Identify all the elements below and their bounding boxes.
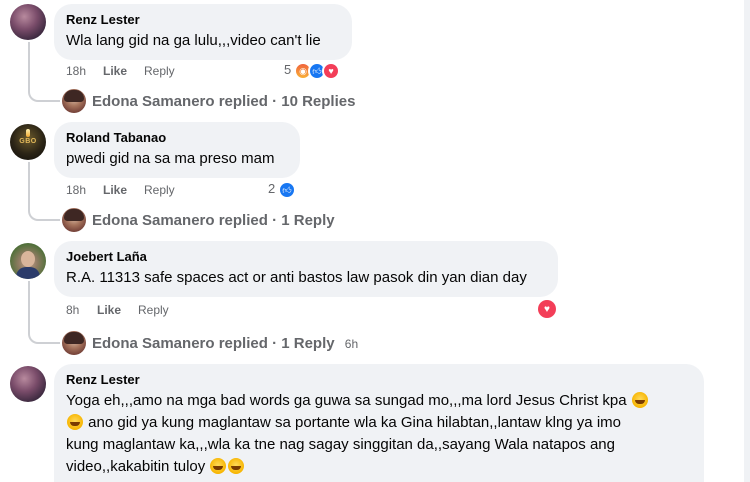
comment-text: Yoga eh,,,amo na mga bad words ga guwa s… — [66, 390, 692, 478]
comment-author[interactable]: Roland Tabanao — [66, 130, 288, 146]
love-icon[interactable]: ♥ — [538, 300, 556, 318]
comment-bubble: Renz Lester Yoga eh,,,amo na mga bad wor… — [54, 364, 704, 482]
avatar[interactable] — [10, 243, 46, 279]
reply-count: replied · 1 Reply — [218, 334, 335, 352]
reply-button[interactable]: Reply — [144, 183, 175, 197]
laughing-emoji-icon — [210, 458, 227, 474]
comment-line: video,,kakabitin tuloy — [66, 458, 206, 475]
laughing-emoji-icon — [67, 414, 83, 430]
comment-timestamp[interactable]: 18h — [66, 183, 86, 197]
love-icon: ♥ — [322, 62, 340, 80]
thread-connector — [28, 86, 60, 102]
laughing-emoji-icon — [228, 458, 245, 474]
like-icon: 👍︎ — [278, 181, 296, 199]
thread-connector — [28, 328, 60, 344]
reply-author: Edona Samanero — [92, 211, 215, 229]
thread-line — [28, 42, 30, 86]
comment-author[interactable]: Joebert Laña — [66, 249, 546, 265]
reply-button[interactable]: Reply — [144, 64, 175, 78]
avatar — [62, 331, 86, 355]
laughing-emoji-icon — [631, 392, 648, 408]
comment-bubble: Renz Lester Wla lang gid na ga lulu,,,vi… — [54, 4, 352, 60]
view-replies-link[interactable]: Edona Samanero replied · 10 Replies — [62, 88, 355, 114]
comment-text: Wla lang gid na ga lulu,,,video can't li… — [66, 32, 321, 49]
comment-timestamp[interactable]: 18h — [66, 64, 86, 78]
comment-timestamp[interactable]: 8h — [66, 303, 79, 317]
comment-text: R.A. 11313 safe spaces act or anti basto… — [66, 269, 527, 286]
thread-line — [28, 162, 30, 205]
reaction-summary[interactable]: ◉ 👍︎ ♥ — [294, 62, 348, 80]
thread-connector — [28, 205, 60, 221]
reply-author: Edona Samanero — [92, 334, 215, 352]
reply-author: Edona Samanero — [92, 92, 215, 110]
comment-text: pwedi gid na sa ma preso mam — [66, 150, 275, 167]
like-button[interactable]: Like — [97, 303, 121, 317]
comment-actions: 8h Like Reply — [66, 303, 366, 319]
avatar-logo-text: GBO — [19, 138, 37, 145]
scroll-edge — [744, 0, 750, 482]
comment-author[interactable]: Renz Lester — [66, 372, 692, 388]
reaction-count[interactable]: 2 — [268, 181, 275, 196]
comment-line: Yoga eh,,,amo na mga bad words ga guwa s… — [66, 392, 627, 409]
reply-timestamp[interactable]: 6h — [345, 337, 358, 351]
reaction-count[interactable]: 5 — [284, 62, 291, 77]
reaction-summary[interactable]: 👍︎ — [278, 181, 298, 199]
like-button[interactable]: Like — [103, 183, 127, 197]
comment-bubble: Joebert Laña R.A. 11313 safe spaces act … — [54, 241, 558, 297]
comment-line: ano gid ya kung maglantaw sa portante wl… — [88, 414, 621, 431]
comment-line: kung maglantaw ka,,,wla ka tne nag sagay… — [66, 436, 615, 453]
comment-bubble: Roland Tabanao pwedi gid na sa ma preso … — [54, 122, 300, 178]
reply-count: replied · 1 Reply — [218, 211, 335, 229]
avatar[interactable]: GBO — [10, 124, 46, 160]
comment-author[interactable]: Renz Lester — [66, 12, 340, 28]
view-replies-link[interactable]: Edona Samanero replied · 1 Reply — [62, 207, 335, 233]
reply-button[interactable]: Reply — [138, 303, 169, 317]
view-replies-link[interactable]: Edona Samanero replied · 1 Reply 6h — [62, 330, 358, 356]
avatar[interactable] — [10, 366, 46, 402]
thread-line — [28, 281, 30, 328]
avatar — [62, 89, 86, 113]
like-button[interactable]: Like — [103, 64, 127, 78]
avatar[interactable] — [10, 4, 46, 40]
reply-count: replied · 10 Replies — [218, 92, 356, 110]
comment-actions: 18h Like Reply — [66, 183, 366, 199]
avatar — [62, 208, 86, 232]
